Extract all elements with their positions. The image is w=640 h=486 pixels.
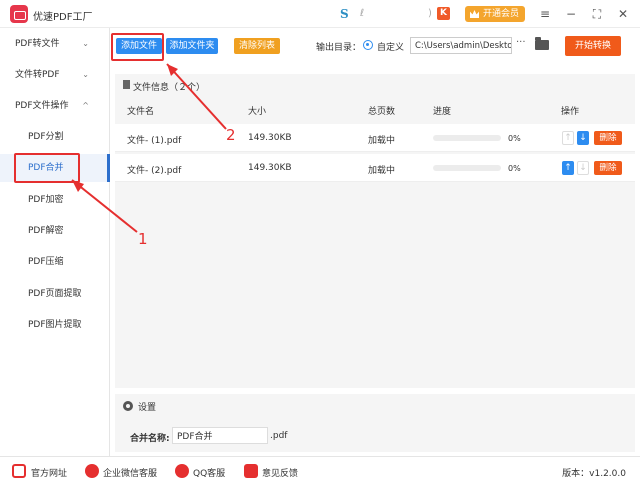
app-logo-icon	[10, 5, 28, 23]
column-header-pages: 总页数	[368, 107, 396, 117]
table-row[interactable]: 文件- (2).pdf 149.30KB 加载中 0% ↑ ↓ 删除	[115, 154, 635, 182]
sidebar-item-label: PDF图片提取	[28, 320, 82, 330]
file-info-header: 文件信息（２个）	[115, 74, 635, 96]
progress-bar	[433, 135, 501, 141]
file-list-panel: 文件信息（２个） 文件名 大小 总页数 进度 操作 文件- (1).pdf 14…	[115, 74, 635, 388]
move-up-icon: ↑	[562, 131, 574, 145]
column-header-name: 文件名	[127, 107, 155, 117]
sidebar: PDF转文件 ⌄ 文件转PDF ⌄ PDF文件操作 ^ PDF分割 PDF合并 …	[0, 28, 110, 456]
file-size: 149.30KB	[248, 163, 292, 173]
sidebar-item-pdf-compress[interactable]: PDF压缩	[0, 248, 109, 276]
start-convert-button[interactable]: 开始转换	[565, 36, 621, 56]
sidebar-item-label: PDF加密	[28, 195, 64, 205]
sidebar-item-label: PDF文件操作	[15, 101, 69, 111]
sidebar-item-label: PDF页面提取	[28, 289, 82, 299]
chevron-up-icon: ^	[82, 101, 89, 110]
file-name: 文件- (1).pdf	[127, 136, 182, 146]
move-down-icon: ↓	[577, 161, 589, 175]
highlight-box	[111, 33, 164, 61]
settings-title: 设置	[138, 403, 157, 413]
title-bar: 优速PDF工厂 S ℓ ) K 开通会员 ≡ − ⛶ ✕	[0, 0, 640, 28]
sidebar-item-label: PDF转文件	[15, 39, 60, 49]
footer-link-wechat[interactable]: 企业微信客服	[103, 466, 157, 479]
sidebar-item-pdf-to-file[interactable]: PDF转文件 ⌄	[0, 30, 109, 58]
brand-logo-icon: S	[340, 7, 349, 21]
sidebar-item-pdf-encrypt[interactable]: PDF加密	[0, 186, 109, 214]
sidebar-item-pdf-split[interactable]: PDF分割	[0, 123, 109, 151]
sidebar-item-label: PDF分割	[28, 132, 64, 142]
website-icon	[12, 464, 26, 478]
merge-name-label: 合并名称:	[130, 434, 170, 444]
sidebar-item-pdf-image-extract[interactable]: PDF图片提取	[0, 311, 109, 339]
minimize-icon[interactable]: −	[562, 5, 580, 23]
footer-link-qq[interactable]: QQ客服	[193, 466, 225, 479]
vip-button[interactable]: 开通会员	[465, 6, 525, 22]
file-icon	[123, 80, 130, 89]
column-header-progress: 进度	[433, 107, 452, 117]
browse-more-button[interactable]: ···	[516, 37, 526, 48]
output-dir-label: 输出目录：	[316, 43, 362, 53]
close-icon[interactable]: ✕	[614, 5, 632, 23]
merge-ext-label: .pdf	[270, 431, 288, 441]
sidebar-item-label: PDF解密	[28, 226, 64, 236]
output-path-input[interactable]	[410, 37, 512, 54]
sidebar-item-label: 文件转PDF	[15, 70, 60, 80]
titlebar-mark: )	[428, 8, 432, 19]
chevron-down-icon: ⌄	[82, 39, 89, 48]
sidebar-item-label: PDF压缩	[28, 257, 64, 267]
column-header-actions: 操作	[561, 107, 580, 117]
merge-name-input[interactable]	[172, 427, 268, 444]
maximize-icon[interactable]: ⛶	[588, 5, 606, 23]
sidebar-item-pdf-operations[interactable]: PDF文件操作 ^	[0, 92, 109, 120]
delete-button[interactable]: 删除	[594, 161, 622, 175]
footer: 官方网址 企业微信客服 QQ客服 意见反馈 版本：v1.2.0.0	[0, 456, 640, 486]
column-header-size: 大小	[248, 107, 267, 117]
sidebar-item-pdf-decrypt[interactable]: PDF解密	[0, 217, 109, 245]
footer-link-website[interactable]: 官方网址	[31, 466, 67, 479]
gear-icon	[123, 401, 133, 411]
progress-text: 0%	[508, 134, 521, 143]
brand-badge-icon[interactable]: K	[437, 7, 450, 20]
sidebar-item-file-to-pdf[interactable]: 文件转PDF ⌄	[0, 61, 109, 89]
toolbar: 添加文件 添加文件夹 清除列表 输出目录： 自定义 ··· 开始转换	[110, 28, 640, 64]
settings-panel: 设置 合并名称: .pdf	[115, 394, 635, 452]
crown-icon	[470, 10, 479, 18]
footer-link-feedback[interactable]: 意见反馈	[262, 466, 298, 479]
file-pages: 加载中	[368, 136, 396, 146]
vip-label: 开通会员	[483, 9, 520, 19]
app-title: 优速PDF工厂	[33, 12, 93, 23]
delete-button[interactable]: 删除	[594, 131, 622, 145]
titlebar-mark: ℓ	[360, 8, 365, 19]
custom-radio-label: 自定义	[377, 43, 405, 53]
table-row[interactable]: 文件- (1).pdf 149.30KB 加载中 0% ↑ ↓ 删除	[115, 124, 635, 152]
progress-text: 0%	[508, 164, 521, 173]
wechat-service-icon	[85, 464, 99, 478]
add-folder-button[interactable]: 添加文件夹	[166, 38, 218, 54]
move-up-icon[interactable]: ↑	[562, 161, 574, 175]
move-down-icon[interactable]: ↓	[577, 131, 589, 145]
menu-icon[interactable]: ≡	[536, 5, 554, 23]
feedback-icon	[244, 464, 258, 478]
file-info-title: 文件信息（２个）	[133, 83, 206, 93]
sidebar-item-pdf-page-extract[interactable]: PDF页面提取	[0, 280, 109, 308]
qq-icon	[175, 464, 189, 478]
chevron-down-icon: ⌄	[82, 70, 89, 79]
clear-list-button[interactable]: 清除列表	[234, 38, 280, 54]
annotation-marker-1: 1	[138, 230, 148, 248]
version-label: 版本：v1.2.0.0	[562, 469, 626, 479]
file-pages: 加载中	[368, 166, 396, 176]
annotation-marker-2: 2	[226, 126, 236, 144]
highlight-box	[14, 153, 80, 183]
folder-icon[interactable]	[535, 37, 549, 50]
file-name: 文件- (2).pdf	[127, 166, 182, 176]
custom-radio[interactable]	[363, 40, 373, 50]
file-size: 149.30KB	[248, 133, 292, 143]
progress-bar	[433, 165, 501, 171]
